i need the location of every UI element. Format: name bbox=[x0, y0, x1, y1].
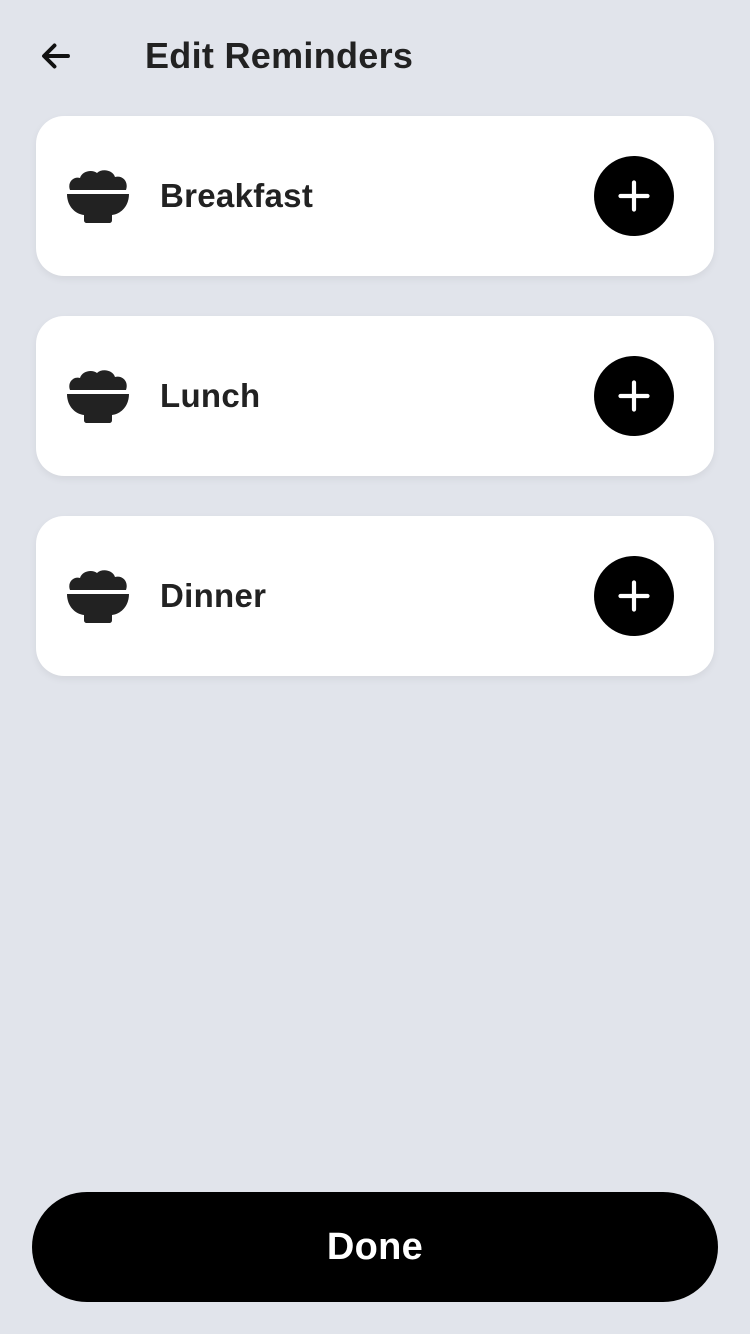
done-button[interactable]: Done bbox=[32, 1192, 718, 1302]
plus-icon bbox=[618, 180, 650, 212]
rice-bowl-icon bbox=[66, 368, 130, 424]
rice-bowl-icon bbox=[66, 168, 130, 224]
meal-card-lunch: Lunch bbox=[36, 316, 714, 476]
meal-label-breakfast: Breakfast bbox=[160, 177, 314, 214]
arrow-left-icon bbox=[42, 43, 70, 69]
meal-card-breakfast: Breakfast bbox=[36, 116, 714, 276]
header: Edit Reminders bbox=[0, 0, 750, 112]
back-button[interactable] bbox=[28, 32, 84, 80]
meal-card-dinner: Dinner bbox=[36, 516, 714, 676]
add-dinner-reminder-button[interactable] bbox=[594, 556, 674, 636]
add-breakfast-reminder-button[interactable] bbox=[594, 156, 674, 236]
meal-list: Breakfast Lunch Dinner bbox=[36, 116, 714, 716]
rice-bowl-icon bbox=[66, 568, 130, 624]
page-title: Edit Reminders bbox=[145, 35, 414, 76]
plus-icon bbox=[618, 580, 650, 612]
meal-label-lunch: Lunch bbox=[160, 377, 261, 414]
meal-label-dinner: Dinner bbox=[160, 577, 267, 614]
plus-icon bbox=[618, 380, 650, 412]
add-lunch-reminder-button[interactable] bbox=[594, 356, 674, 436]
